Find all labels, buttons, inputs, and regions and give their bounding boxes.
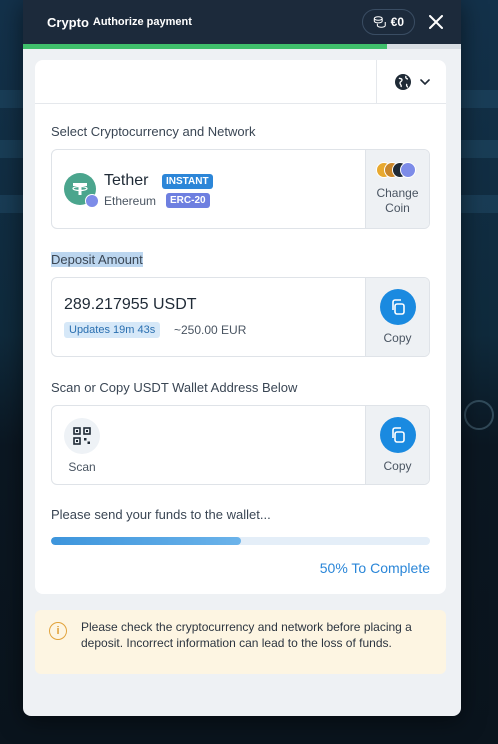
coin-name: Tether [104,172,149,189]
change-coin-button[interactable]: Change Coin [365,150,429,228]
payment-modal: Crypto Authorize payment €0 Select Crypt… [23,0,461,716]
select-crypto-label: Select Cryptocurrency and Network [51,124,256,139]
copy-icon [379,417,416,453]
copy-amount-label: Copy [383,331,412,345]
scan-qr-button[interactable]: Scan [64,418,100,474]
send-funds-message: Please send your funds to the wallet... [51,507,271,522]
tether-icon [64,173,99,208]
balance-pill[interactable]: €0 [361,9,415,35]
step-progress [23,44,461,49]
language-selector[interactable] [376,60,446,104]
modal-header: Crypto Authorize payment €0 [23,0,461,44]
network-name: Ethereum [104,194,157,208]
payment-progress-bar [51,537,430,545]
coin-stack-icon [375,162,420,180]
globe-icon [394,74,411,90]
fiat-equivalent: ~250.00 EUR [174,323,247,337]
scan-label: Scan [68,460,96,474]
card-toolbar [35,60,446,104]
copy-amount-button[interactable]: Copy [365,278,429,356]
warning-notice: i Please check the cryptocurrency and ne… [35,610,446,674]
deposit-amount-label: Deposit Amount [51,252,143,267]
chevron-down-icon [419,79,430,85]
wallet-address-label: Scan or Copy USDT Wallet Address Below [51,380,298,395]
modal-title: Crypto [47,14,89,30]
payment-card: Select Cryptocurrency and Network Tether… [35,60,446,594]
backdrop-icon [464,400,494,430]
coins-icon [373,16,386,28]
close-icon [429,15,443,29]
coin-selector-box: Tether INSTANT Ethereum ERC-20 Change Co… [51,149,430,229]
copy-address-label: Copy [383,459,412,473]
qr-code-icon [64,418,100,454]
rate-timer-badge: Updates 19m 43s [64,322,161,338]
info-icon: i [49,622,67,640]
deposit-amount-value: 289.217955 USDT [64,296,197,313]
network-badge: ERC-20 [166,193,210,208]
close-button[interactable] [423,9,449,35]
copy-address-button[interactable]: Copy [365,406,429,484]
modal-subtitle: Authorize payment [92,16,192,28]
instant-badge: INSTANT [162,174,213,189]
deposit-amount-box: 289.217955 USDT Updates 19m 43s ~250.00 … [51,277,430,357]
ethereum-mini-icon [85,194,99,208]
balance-value: €0 [390,15,404,29]
wallet-address-value[interactable] [132,433,332,447]
wallet-address-box: Scan Copy [51,405,430,485]
progress-complete-label: 50% To Complete [319,560,430,576]
copy-icon [379,289,416,325]
change-coin-label: Change Coin [376,186,419,215]
warning-text: Please check the cryptocurrency and netw… [81,620,412,650]
step-progress-fill [23,44,387,49]
payment-progress-fill [51,537,241,545]
